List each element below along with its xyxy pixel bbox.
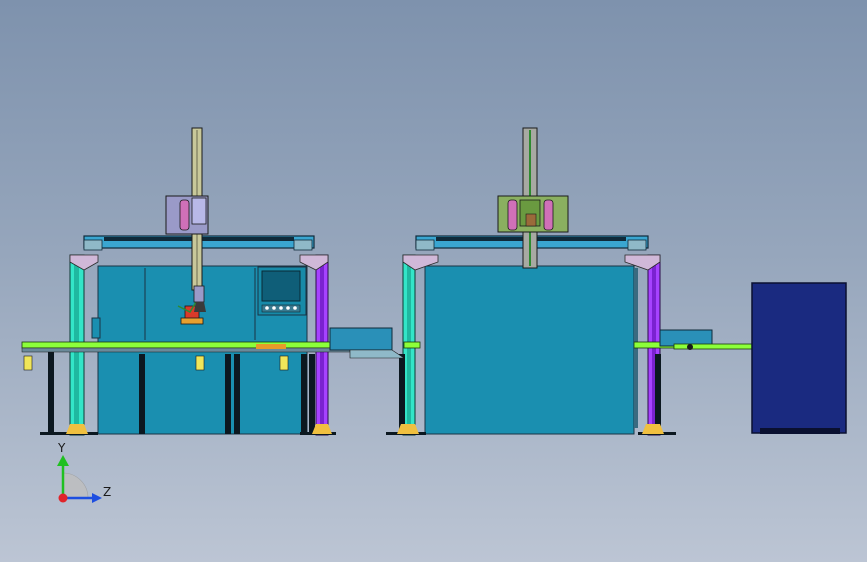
output-cabinet — [751, 282, 847, 434]
conveyor-rail — [673, 343, 753, 350]
y-axis-label: Y — [58, 441, 66, 455]
cad-viewport[interactable]: Y Z — [0, 0, 867, 562]
z-axis-label: Z — [103, 485, 112, 499]
station-1 — [40, 127, 336, 436]
machine-step — [91, 317, 101, 339]
control-screen — [261, 270, 301, 302]
x-axis-point — [58, 493, 68, 503]
triad-graphic — [57, 455, 102, 503]
control-panel — [257, 266, 307, 316]
station-2 — [386, 127, 676, 436]
coordinate-triad: Y Z — [40, 440, 120, 510]
transfer-chute — [329, 327, 393, 351]
assembly-drawing — [21, 127, 847, 436]
machine-body — [424, 265, 635, 435]
conveyor-rail — [403, 341, 421, 349]
machine-tool-2 — [424, 265, 638, 435]
conveyor-rail — [21, 341, 351, 349]
